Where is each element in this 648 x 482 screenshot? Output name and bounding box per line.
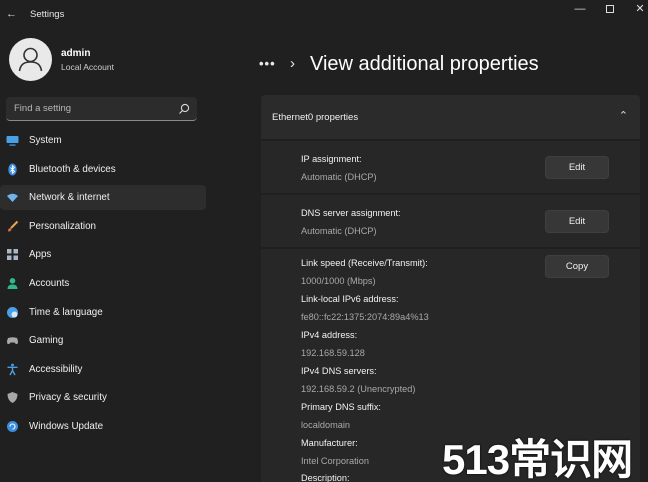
ip-assignment-value: Automatic (DHCP): [301, 172, 377, 182]
shield-icon: [7, 392, 18, 403]
sidebar-item-personalization[interactable]: Personalization: [0, 214, 206, 239]
sidebar-item-label: System: [29, 135, 62, 146]
ipv6-address-value: fe80::fc22:1375:2074:89a4%13: [301, 312, 429, 322]
title-bar: ← Settings — ✕: [0, 0, 648, 30]
sidebar-item-accessibility[interactable]: Accessibility: [0, 357, 206, 382]
wifi-icon: [7, 193, 18, 202]
dns-assignment-label: DNS server assignment:: [301, 208, 401, 218]
bluetooth-icon: [8, 163, 17, 176]
breadcrumb-overflow-button[interactable]: •••: [259, 56, 276, 71]
sidebar-item-label: Windows Update: [29, 421, 104, 432]
sidebar-item-bluetooth[interactable]: Bluetooth & devices: [0, 157, 206, 182]
sidebar-item-label: Accounts: [29, 278, 70, 289]
maximize-icon: [606, 5, 614, 13]
person-icon: [7, 278, 18, 289]
sidebar-item-privacy-security[interactable]: Privacy & security: [0, 385, 206, 410]
page-title: View additional properties: [310, 53, 539, 75]
search-icon: [179, 103, 190, 114]
ipv4-address-value: 192.168.59.128: [301, 348, 365, 358]
link-speed-label: Link speed (Receive/Transmit):: [301, 258, 428, 268]
chevron-up-icon[interactable]: ⌃: [619, 109, 628, 122]
brush-icon: [8, 220, 19, 232]
sidebar-item-label: Network & internet: [29, 192, 110, 203]
dns-assignment-value: Automatic (DHCP): [301, 226, 377, 236]
person-icon: [18, 47, 43, 72]
avatar[interactable]: [9, 38, 52, 81]
minimize-button[interactable]: —: [572, 2, 588, 16]
gamepad-icon: [7, 337, 18, 345]
search-placeholder: Find a setting: [14, 103, 72, 114]
chevron-right-icon: ›: [290, 55, 295, 72]
sidebar-item-accounts[interactable]: Accounts: [0, 271, 206, 296]
back-button[interactable]: ←: [6, 8, 17, 20]
ipv6-address-label: Link-local IPv6 address:: [301, 294, 399, 304]
manufacturer-value: Intel Corporation: [301, 456, 369, 466]
ipv4-dns-label: IPv4 DNS servers:: [301, 366, 377, 376]
description-label: Description:: [301, 473, 350, 482]
copy-button[interactable]: Copy: [545, 255, 609, 278]
ipv4-address-label: IPv4 address:: [301, 330, 358, 340]
edit-ip-button[interactable]: Edit: [545, 156, 609, 179]
sidebar-item-time-language[interactable]: Time & language: [0, 300, 206, 325]
sidebar-item-label: Time & language: [29, 307, 103, 318]
sidebar-item-label: Bluetooth & devices: [29, 164, 116, 175]
dns-assignment-row: DNS server assignment: Automatic (DHCP) …: [261, 195, 640, 247]
user-name: admin: [61, 48, 91, 59]
dns-suffix-label: Primary DNS suffix:: [301, 402, 381, 412]
sidebar-item-label: Personalization: [29, 221, 96, 232]
sidebar-item-label: Apps: [29, 249, 52, 260]
search-input[interactable]: Find a setting: [6, 97, 197, 121]
sidebar-item-system[interactable]: System: [0, 128, 206, 153]
ip-assignment-label: IP assignment:: [301, 154, 362, 164]
manufacturer-label: Manufacturer:: [301, 438, 358, 448]
ipv4-dns-value: 192.168.59.2 (Unencrypted): [301, 384, 416, 394]
card-title: Ethernet0 properties: [272, 112, 359, 123]
account-type: Local Account: [61, 62, 114, 72]
sidebar-item-apps[interactable]: Apps: [0, 242, 206, 267]
close-button[interactable]: ✕: [632, 2, 648, 16]
link-speed-value: 1000/1000 (Mbps): [301, 276, 376, 286]
sidebar-item-gaming[interactable]: Gaming: [0, 328, 206, 353]
accessibility-icon: [7, 363, 18, 376]
sidebar-item-label: Privacy & security: [29, 392, 107, 403]
ip-assignment-row: IP assignment: Automatic (DHCP) Edit: [261, 141, 640, 193]
dns-suffix-value: localdomain: [301, 420, 351, 430]
sidebar-item-label: Gaming: [29, 335, 64, 346]
apps-icon: [7, 249, 18, 260]
sidebar-item-network[interactable]: Network & internet: [0, 185, 206, 210]
sidebar-item-label: Accessibility: [29, 364, 83, 375]
watermark: 513常识网: [442, 436, 633, 482]
update-icon: [7, 421, 18, 432]
window-title: Settings: [30, 9, 65, 20]
globe-clock-icon: [7, 307, 18, 318]
maximize-button[interactable]: [602, 2, 618, 16]
sidebar-item-windows-update[interactable]: Windows Update: [0, 414, 206, 439]
edit-dns-button[interactable]: Edit: [545, 210, 609, 233]
monitor-icon: [6, 136, 19, 146]
ethernet-properties-header[interactable]: Ethernet0 properties ⌃: [261, 95, 640, 139]
